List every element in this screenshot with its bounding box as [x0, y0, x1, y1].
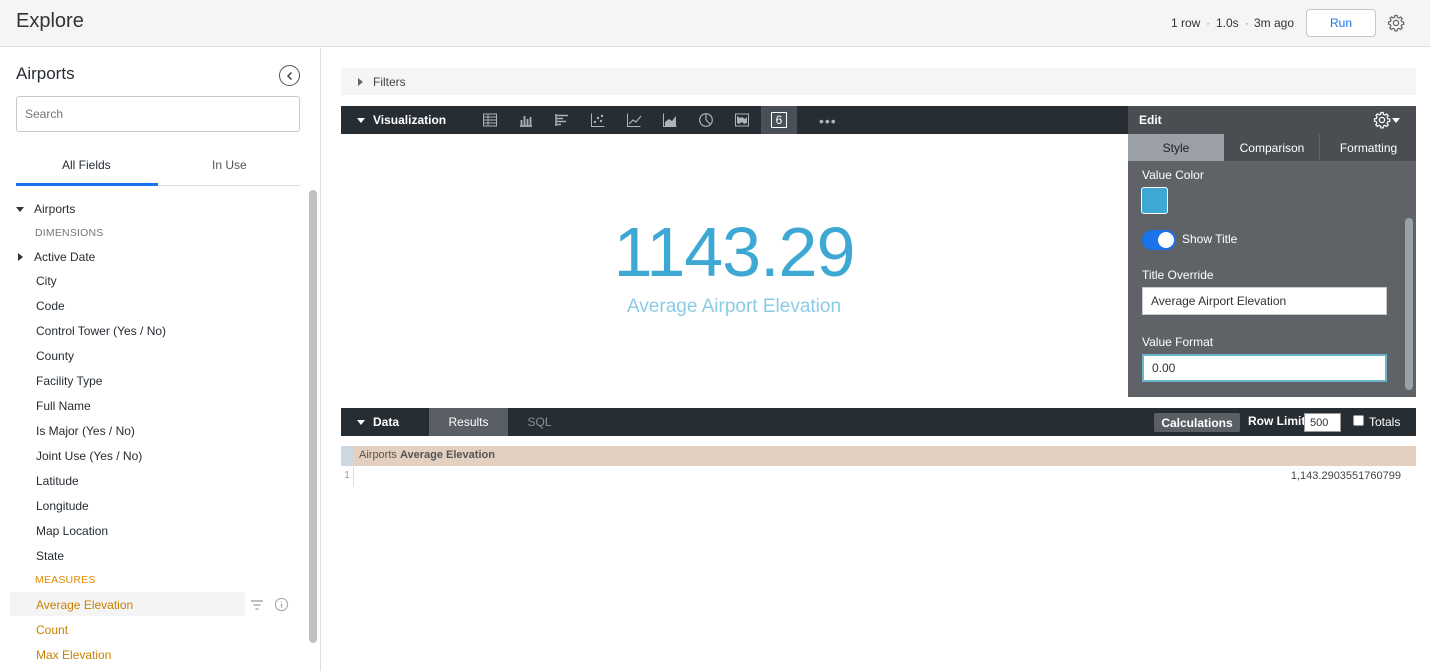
- edit-label: Edit: [1139, 113, 1162, 127]
- toggle-knob: [1158, 232, 1174, 248]
- edit-panel: Edit Style Comparison Formatting Value C…: [1128, 106, 1416, 397]
- value-format-label: Value Format: [1142, 335, 1214, 349]
- field-joint-use[interactable]: Joint Use (Yes / No): [0, 445, 305, 467]
- filter-icon[interactable]: [250, 598, 264, 612]
- area-chart-icon[interactable]: [662, 112, 678, 128]
- table-chart-icon[interactable]: [482, 112, 498, 128]
- visualization-label: Visualization: [373, 113, 447, 127]
- column-view-name: Airports: [359, 449, 397, 461]
- totals-label: Totals: [1369, 415, 1401, 429]
- tab-sql[interactable]: SQL: [508, 408, 571, 436]
- caret-right-icon: [18, 253, 23, 261]
- tab-comparison[interactable]: Comparison: [1225, 134, 1320, 161]
- data-toolbar: Data Results SQL Calculations Row Limit …: [341, 408, 1416, 436]
- show-title-toggle[interactable]: [1142, 230, 1176, 250]
- field-control-tower[interactable]: Control Tower (Yes / No): [0, 320, 305, 342]
- field-county[interactable]: County: [0, 345, 305, 367]
- chevron-left-icon: [286, 71, 292, 80]
- field-full-name[interactable]: Full Name: [0, 395, 305, 417]
- separator: ·: [1206, 16, 1210, 30]
- field-map-location[interactable]: Map Location: [0, 520, 305, 542]
- totals-checkbox[interactable]: [1353, 415, 1364, 426]
- caret-down-icon[interactable]: [1392, 118, 1400, 123]
- row-index: 1: [341, 467, 354, 487]
- field-list: Airports DIMENSIONS Active Date City Cod…: [0, 196, 305, 671]
- field-is-major[interactable]: Is Major (Yes / No): [0, 420, 305, 442]
- field-facility-type[interactable]: Facility Type: [0, 370, 305, 392]
- run-button[interactable]: Run: [1306, 9, 1376, 37]
- caret-right-icon: [358, 78, 363, 86]
- collapse-sidebar-button[interactable]: [279, 65, 300, 86]
- caret-down-icon: [16, 207, 24, 212]
- query-duration: 1.0s: [1216, 16, 1239, 30]
- calculations-button[interactable]: Calculations: [1154, 413, 1240, 432]
- field-longitude[interactable]: Longitude: [0, 495, 305, 517]
- field-tabs: All Fields In Use: [16, 148, 300, 186]
- tab-formatting[interactable]: Formatting: [1321, 134, 1416, 161]
- row-count: 1 row: [1171, 16, 1201, 30]
- sidebar-scrollbar[interactable]: [309, 190, 317, 643]
- title-override-label: Title Override: [1142, 268, 1214, 282]
- field-city[interactable]: City: [0, 270, 305, 292]
- tab-all-fields[interactable]: All Fields: [62, 158, 111, 172]
- scatter-chart-icon[interactable]: [590, 112, 606, 128]
- measures-header: MEASURES: [35, 574, 96, 586]
- table-header: Airports Average Elevation: [341, 446, 1416, 466]
- field-latitude[interactable]: Latitude: [0, 470, 305, 492]
- tab-in-use[interactable]: In Use: [212, 158, 247, 172]
- filters-label: Filters: [373, 75, 406, 89]
- active-tab-indicator: [16, 183, 158, 186]
- pie-chart-icon[interactable]: [698, 112, 714, 128]
- explore-name: Airports: [16, 64, 75, 83]
- tab-results[interactable]: Results: [429, 408, 508, 436]
- edit-tabs: Style Comparison Formatting: [1128, 134, 1416, 161]
- tab-style[interactable]: Style: [1128, 134, 1224, 161]
- value-format-input[interactable]: [1142, 354, 1387, 382]
- value-color-swatch[interactable]: [1141, 187, 1168, 214]
- row-limit-label: Row Limit: [1248, 414, 1306, 428]
- single-value-icon: 6: [771, 112, 787, 128]
- single-value: 1143.29: [613, 213, 856, 291]
- view-group-airports[interactable]: Airports: [0, 198, 305, 220]
- data-label: Data: [373, 415, 400, 429]
- top-bar: Explore 1 row · 1.0s · 3m ago Run: [0, 0, 1430, 47]
- cell-value: 1,143.2903551760799: [1290, 470, 1401, 482]
- info-icon[interactable]: [274, 597, 289, 612]
- caret-down-icon[interactable]: [357, 118, 365, 123]
- single-value-title: Average Airport Elevation: [626, 296, 842, 317]
- gear-icon[interactable]: [1373, 111, 1391, 129]
- column-field-name: Average Elevation: [399, 449, 495, 461]
- gear-icon[interactable]: [1387, 14, 1405, 32]
- page-title: Explore: [16, 10, 84, 32]
- show-title-label: Show Title: [1182, 232, 1238, 246]
- field-picker-sidebar: Airports All Fields In Use Airports DIME…: [0, 48, 321, 671]
- row-limit-input[interactable]: [1304, 413, 1341, 432]
- edit-panel-scrollbar[interactable]: [1405, 218, 1413, 390]
- filters-section[interactable]: Filters: [341, 68, 1416, 95]
- field-state[interactable]: State: [0, 545, 305, 567]
- search-input[interactable]: [16, 96, 300, 132]
- title-override-input[interactable]: [1142, 287, 1387, 315]
- last-run-time: 3m ago: [1254, 16, 1295, 30]
- field-code[interactable]: Code: [0, 295, 305, 317]
- column-header-average-elevation[interactable]: Airports Average Elevation: [359, 449, 495, 461]
- visualization-toolbar: Visualization 6 •••: [341, 106, 1128, 134]
- edit-header: Edit: [1128, 106, 1416, 134]
- line-chart-icon[interactable]: [626, 112, 642, 128]
- more-options-icon[interactable]: •••: [819, 113, 837, 129]
- single-value-viz-button[interactable]: 6: [761, 106, 797, 134]
- caret-down-icon[interactable]: [357, 420, 365, 425]
- field-average-elevation[interactable]: Average Elevation: [0, 592, 305, 616]
- value-color-label: Value Color: [1142, 168, 1204, 182]
- field-active-date[interactable]: Active Date: [0, 246, 305, 268]
- map-chart-icon[interactable]: [734, 112, 750, 128]
- column-chart-icon[interactable]: [518, 112, 534, 128]
- separator: ·: [1245, 16, 1249, 30]
- table-row: 1 1,143.2903551760799: [341, 467, 1416, 487]
- field-max-elevation[interactable]: Max Elevation: [0, 644, 305, 666]
- field-count[interactable]: Count: [0, 619, 305, 641]
- table-corner: [341, 446, 354, 466]
- dimensions-header: DIMENSIONS: [35, 227, 104, 239]
- bar-chart-icon[interactable]: [554, 112, 570, 128]
